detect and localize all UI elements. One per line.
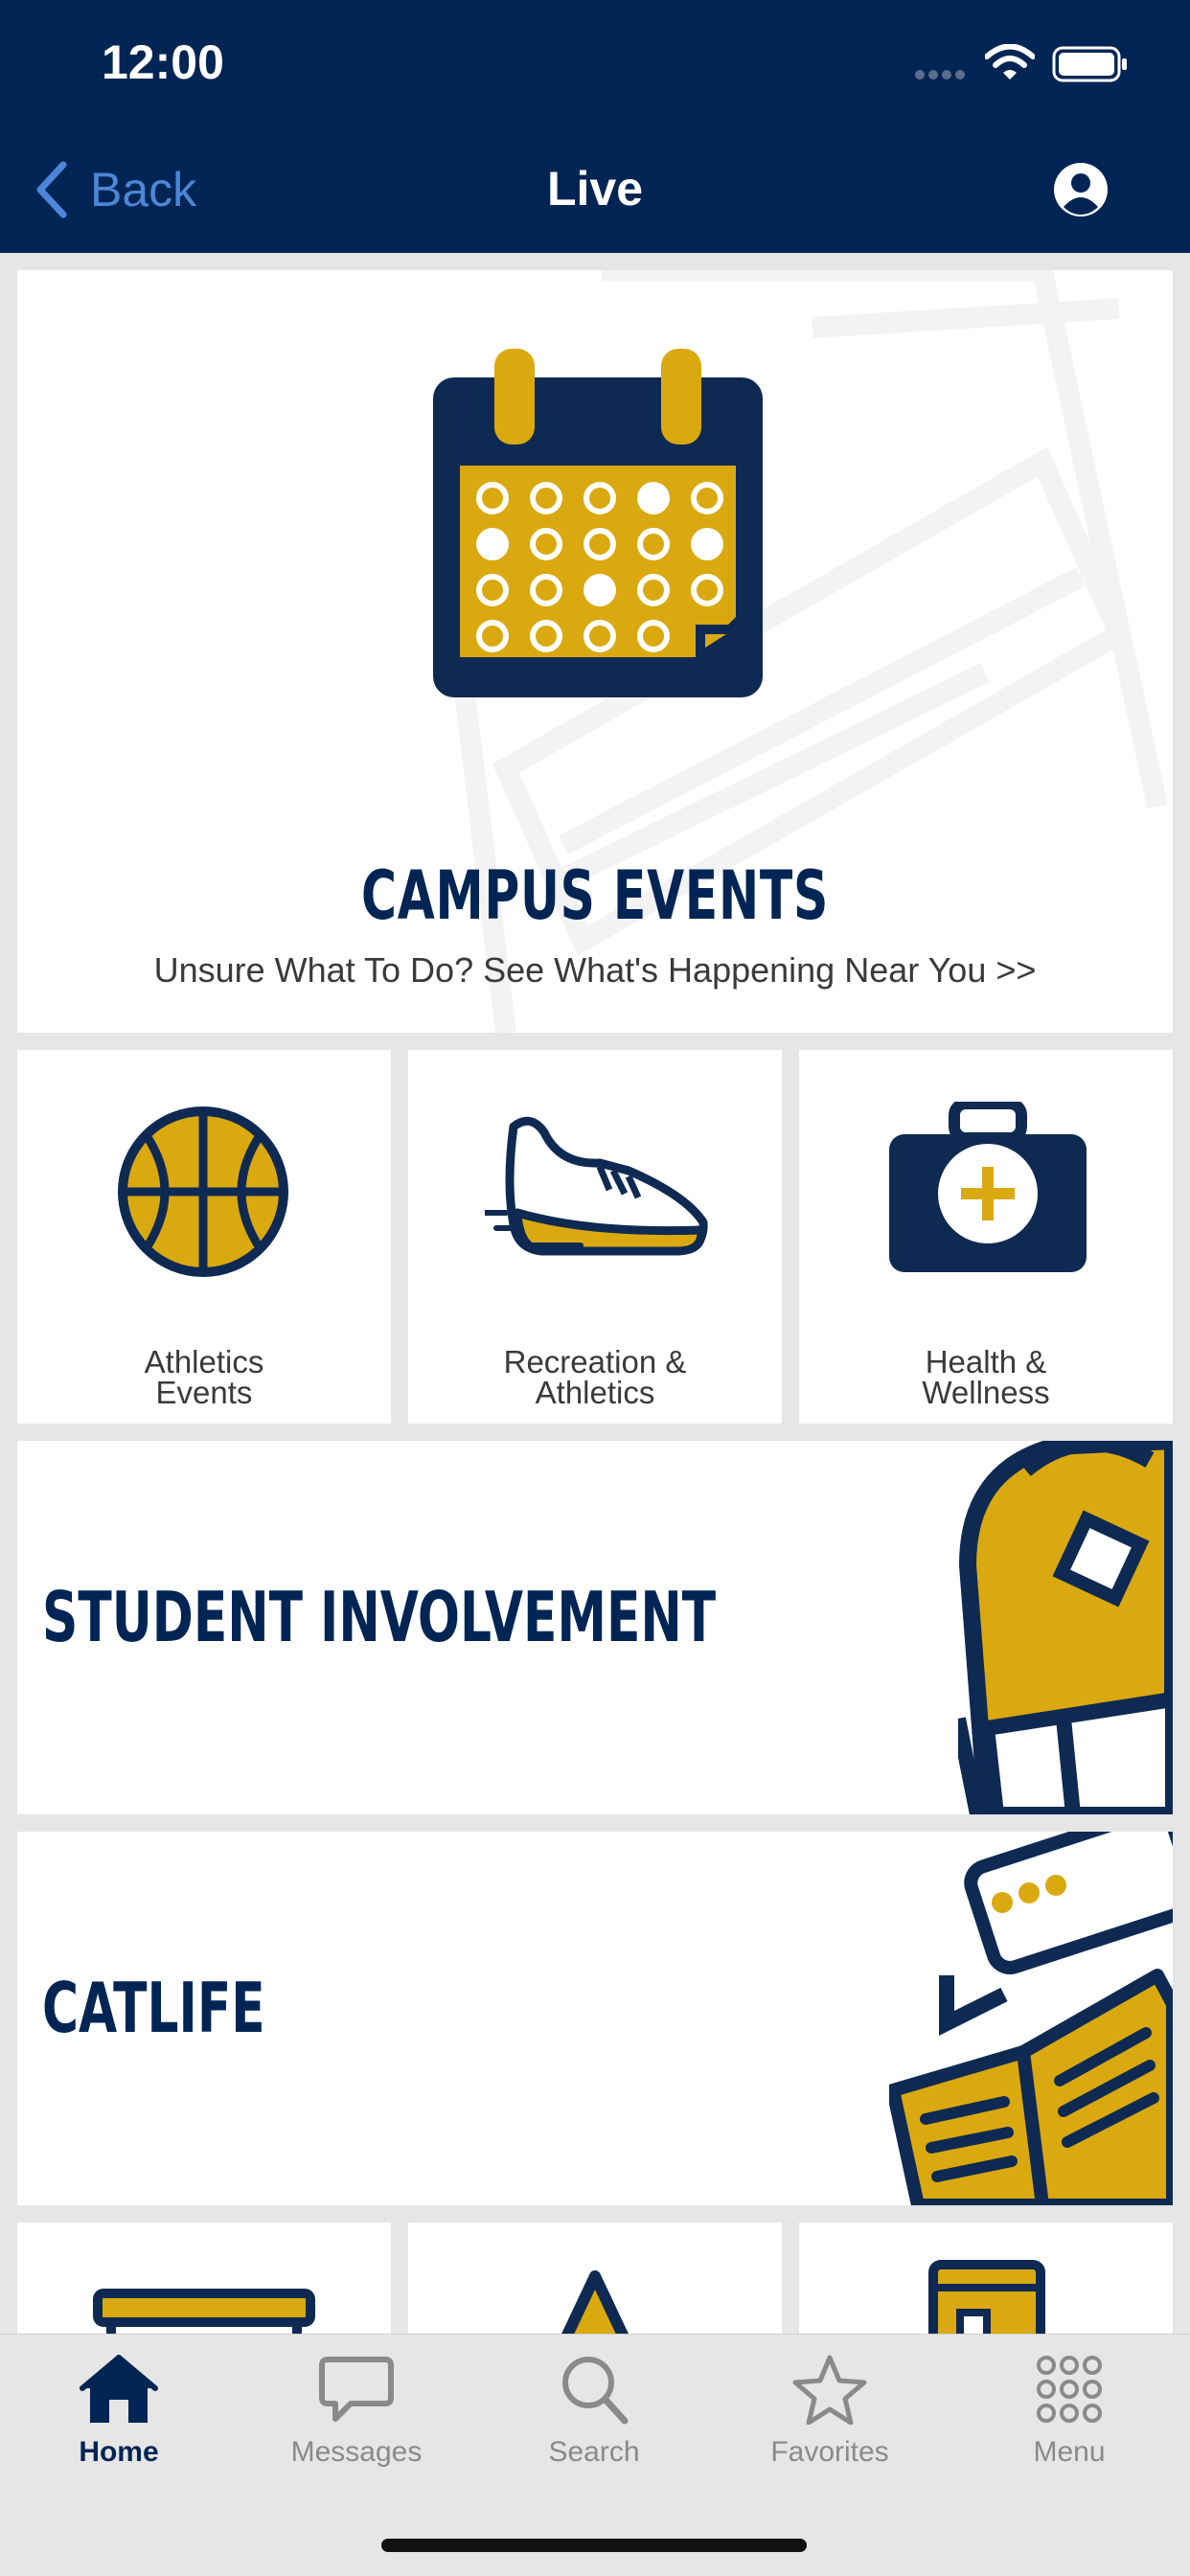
navigation-bar: Back Live (0, 126, 1190, 253)
first-aid-kit-icon (889, 1102, 1087, 1272)
sneaker-icon (485, 1116, 708, 1256)
star-icon (792, 2355, 867, 2425)
campus-events-card[interactable]: CAMPUS EVENTS Unsure What To Do? See Wha… (17, 270, 1173, 1033)
profile-icon[interactable] (1052, 161, 1110, 218)
student-involvement-card[interactable]: STUDENT INVOLVEMENT (17, 1441, 1173, 1814)
content-scroll-area[interactable]: CAMPUS EVENTS Unsure What To Do? See Wha… (0, 253, 1190, 2334)
catlife-card[interactable]: CATLIFE (17, 1832, 1173, 2205)
tile-recreation-athletics[interactable]: Recreation & Athletics (408, 1050, 782, 1424)
hero-subtitle[interactable]: Unsure What To Do? See What's Happening … (17, 950, 1173, 991)
grid-menu-icon (1037, 2356, 1102, 2423)
calendar-icon (433, 349, 763, 697)
tile-label: Recreation & Athletics (503, 1344, 687, 1410)
tab-favorites[interactable]: Favorites (734, 2354, 926, 2497)
tab-search[interactable]: Search (498, 2354, 690, 2497)
banner-title: CATLIFE (42, 1968, 265, 2048)
chat-bubble-icon (319, 2357, 394, 2422)
tab-label: Messages (290, 2436, 423, 2468)
tab-menu[interactable]: Menu (973, 2354, 1165, 2497)
building-icon (928, 2260, 1045, 2334)
tab-home[interactable]: Home (23, 2354, 215, 2497)
tile-partial-3[interactable] (799, 2223, 1173, 2334)
wifi-icon (985, 44, 1035, 80)
search-icon (562, 2357, 629, 2425)
basketball-icon (118, 1106, 288, 1277)
page-title: Live (546, 162, 644, 216)
home-icon (80, 2355, 158, 2423)
backpack-icon (958, 1441, 1173, 1814)
banner-title: STUDENT INVOLVEMENT (42, 1577, 717, 1657)
tile-partial-2[interactable] (408, 2223, 782, 2334)
tile-label: Health & Wellness (922, 1344, 1050, 1410)
tab-label: Menu (1033, 2436, 1106, 2468)
tile-athletics-events[interactable]: Athletics Events (17, 1050, 391, 1424)
battery-icon (1052, 46, 1127, 82)
tile-health-wellness[interactable]: Health & Wellness (799, 1050, 1173, 1424)
tab-label: Home (79, 2436, 159, 2468)
tile-label: Athletics Events (144, 1344, 264, 1410)
signal-icon (915, 70, 965, 80)
tile-partial-1[interactable] (17, 2223, 391, 2334)
hero-title: CAMPUS EVENTS (361, 856, 829, 935)
triangle-icon (561, 2270, 629, 2334)
tab-label: Favorites (770, 2436, 889, 2468)
home-indicator[interactable] (381, 2539, 807, 2552)
status-time: 12:00 (102, 35, 224, 89)
id-card-icon (93, 2289, 315, 2334)
tab-label: Search (548, 2436, 640, 2468)
open-book-icon (889, 1832, 1173, 2205)
tab-messages[interactable]: Messages (261, 2354, 452, 2497)
status-bar: 12:00 (0, 0, 1190, 126)
